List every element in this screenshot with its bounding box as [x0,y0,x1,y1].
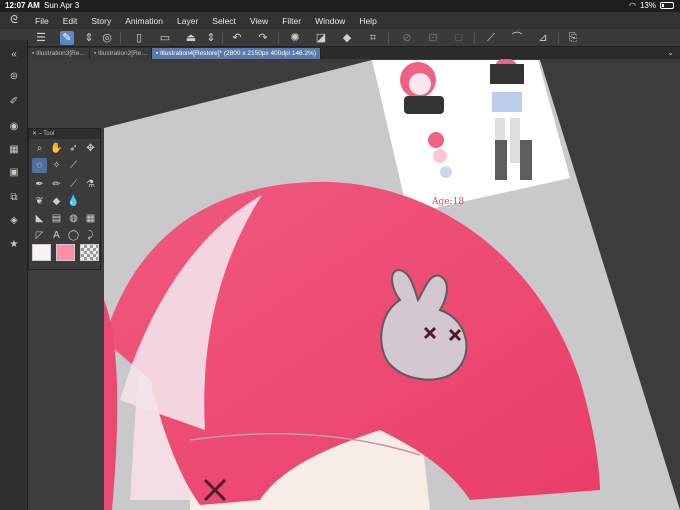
transform-icon[interactable]: ⌗ [366,31,380,45]
collapse-icon[interactable]: « [7,48,21,62]
undo-icon[interactable]: ↶ [230,31,244,45]
select-all-icon[interactable]: ⊡ [426,31,440,45]
arrows-updown-icon-2[interactable]: ⇕ [204,31,218,45]
status-bar: 12:07 AM Sun Apr 3 ◠ 13% [0,0,680,12]
status-right: ◠ 13% [629,1,674,10]
correct-line-icon[interactable]: ⤸ [83,228,98,243]
layer-properties-icon[interactable]: ▦ [7,143,21,157]
menu-view[interactable]: View [243,16,275,26]
canvas-artwork: Age:18 [104,59,680,510]
invert-selection-icon[interactable]: □ [452,31,466,45]
menu-window[interactable]: Window [308,16,352,26]
decoration-tool-icon[interactable]: ❦ [32,194,47,209]
tab-illustration4[interactable]: ▪ Illustration4[Restore]* (2800 x 2150px… [151,48,322,59]
brush-tool-icon[interactable]: ⟋ [66,177,81,192]
status-date: Sun Apr 3 [44,1,80,10]
layers-icon[interactable]: ◈ [7,214,21,228]
frame-tool-icon[interactable]: ▦ [83,211,98,226]
menu-select[interactable]: Select [205,16,243,26]
app-logo-icon[interactable]: ᘓ [0,12,28,29]
brush-icon[interactable]: ✐ [7,95,21,109]
balloon-tool-icon[interactable]: ◯ [66,228,81,243]
canvas-area[interactable]: Age:18 [28,59,680,510]
arrows-updown-icon[interactable]: ⇕ [82,31,96,45]
left-command-bar: « ⊜ ✐ ◉ ▦ ▣ ⧉ ◈ ★ [0,40,28,510]
transparent-color-swatch[interactable] [80,244,99,261]
color-wheel-icon[interactable]: ◉ [7,120,21,134]
open-folder-icon[interactable]: ▭ [158,31,172,45]
menu-bar: ᘓ File Edit Story Animation Layer Select… [0,12,680,29]
material-icon[interactable]: ⧉ [7,191,21,205]
status-time: 12:07 AM [5,1,40,10]
blend-tool-icon[interactable]: 💧 [66,194,81,209]
navigator-icon[interactable]: ▣ [7,166,21,180]
eyedropper-icon[interactable]: ⟋ [66,158,81,173]
eraser-icon[interactable]: ◆ [49,194,64,209]
export-icon[interactable]: ⏏ [184,31,198,45]
clear-icon[interactable]: ◪ [314,31,328,45]
text-tool-icon[interactable]: A [49,228,64,243]
edit-mode-icon[interactable]: ✎ [60,31,74,45]
document-tabs: ▪ Illustration3[Re... ▪ Illustration2[Re… [28,48,680,59]
gradient-tool-icon[interactable]: ▤ [49,211,64,226]
menu-story[interactable]: Story [84,16,118,26]
command-bar: ☰ ✎ ⇕ ◎ ▯ ▭ ⏏ ⇕ ↶ ↷ ✺ ◪ ◆ ⌗ ⊘ ⊡ □ ⟋ ⌒ ⊿ … [0,29,680,47]
ruler-icon[interactable]: ⟋ [484,31,498,45]
airbrush-icon[interactable]: ⚗ [83,177,98,192]
pen-tool-icon[interactable]: ✒ [32,177,47,192]
wifi-icon: ◠ [629,1,636,10]
menu-animation[interactable]: Animation [118,16,170,26]
tab-illustration3[interactable]: ▪ Illustration3[Re... [28,48,90,59]
redo-icon[interactable]: ↷ [256,31,270,45]
hand-tool-icon[interactable]: ✋ [49,141,64,156]
menu-layer[interactable]: Layer [170,16,205,26]
move-tool-icon[interactable]: ✥ [83,141,98,156]
pen-line-icon[interactable]: ⊿ [536,31,550,45]
magic-wand-icon[interactable]: ✧ [49,158,64,173]
fill-icon[interactable]: ◆ [340,31,354,45]
figure-tool-icon[interactable]: ◍ [66,211,81,226]
pencil-tool-icon[interactable]: ✏ [49,177,64,192]
deselect-icon[interactable]: ⊘ [400,31,414,45]
companion-icon[interactable]: ◎ [100,31,114,45]
ruler-tool-icon[interactable]: ◸ [32,228,47,243]
smartphone-link-icon[interactable]: ⎘ [566,31,580,45]
fill-tool-icon[interactable]: ◣ [32,211,47,226]
menu-filter[interactable]: Filter [275,16,308,26]
lasso-tool-icon[interactable]: ◌ [32,158,47,173]
menu-help[interactable]: Help [352,16,383,26]
main-color-swatch[interactable] [32,244,51,261]
brush-settings-icon[interactable]: ⌒ [510,31,524,45]
loading-icon[interactable]: ✺ [288,31,302,45]
reference-caption: Age:18 [431,197,464,207]
tool-palette: ✕ ⎯ Tool ⌕ ✋ ➶ ✥ ◌ ✧ ⟋ ✒ ✏ ⟋ ⚗ ❦ ◆ 💧 ◣ ▤… [28,128,101,270]
tab-illustration2[interactable]: ▪ Illustration2[Re... [89,48,152,59]
zoom-tool-icon[interactable]: ⌕ [32,141,47,156]
subtool-icon[interactable]: ⊜ [7,70,21,84]
object-tool-icon[interactable]: ➶ [66,141,81,156]
menu-file[interactable]: File [28,16,56,26]
battery-percent: 13% [639,1,656,10]
chevron-down-icon[interactable]: ⌄ [667,48,674,57]
battery-icon [660,2,674,9]
menu-edit[interactable]: Edit [56,16,85,26]
folder-star-icon[interactable]: ★ [7,238,21,252]
hamburger-menu-icon[interactable]: ☰ [34,31,48,45]
new-file-icon[interactable]: ▯ [132,31,146,45]
tool-palette-title: ✕ ⎯ Tool [29,129,100,139]
sub-color-swatch[interactable] [56,244,75,261]
